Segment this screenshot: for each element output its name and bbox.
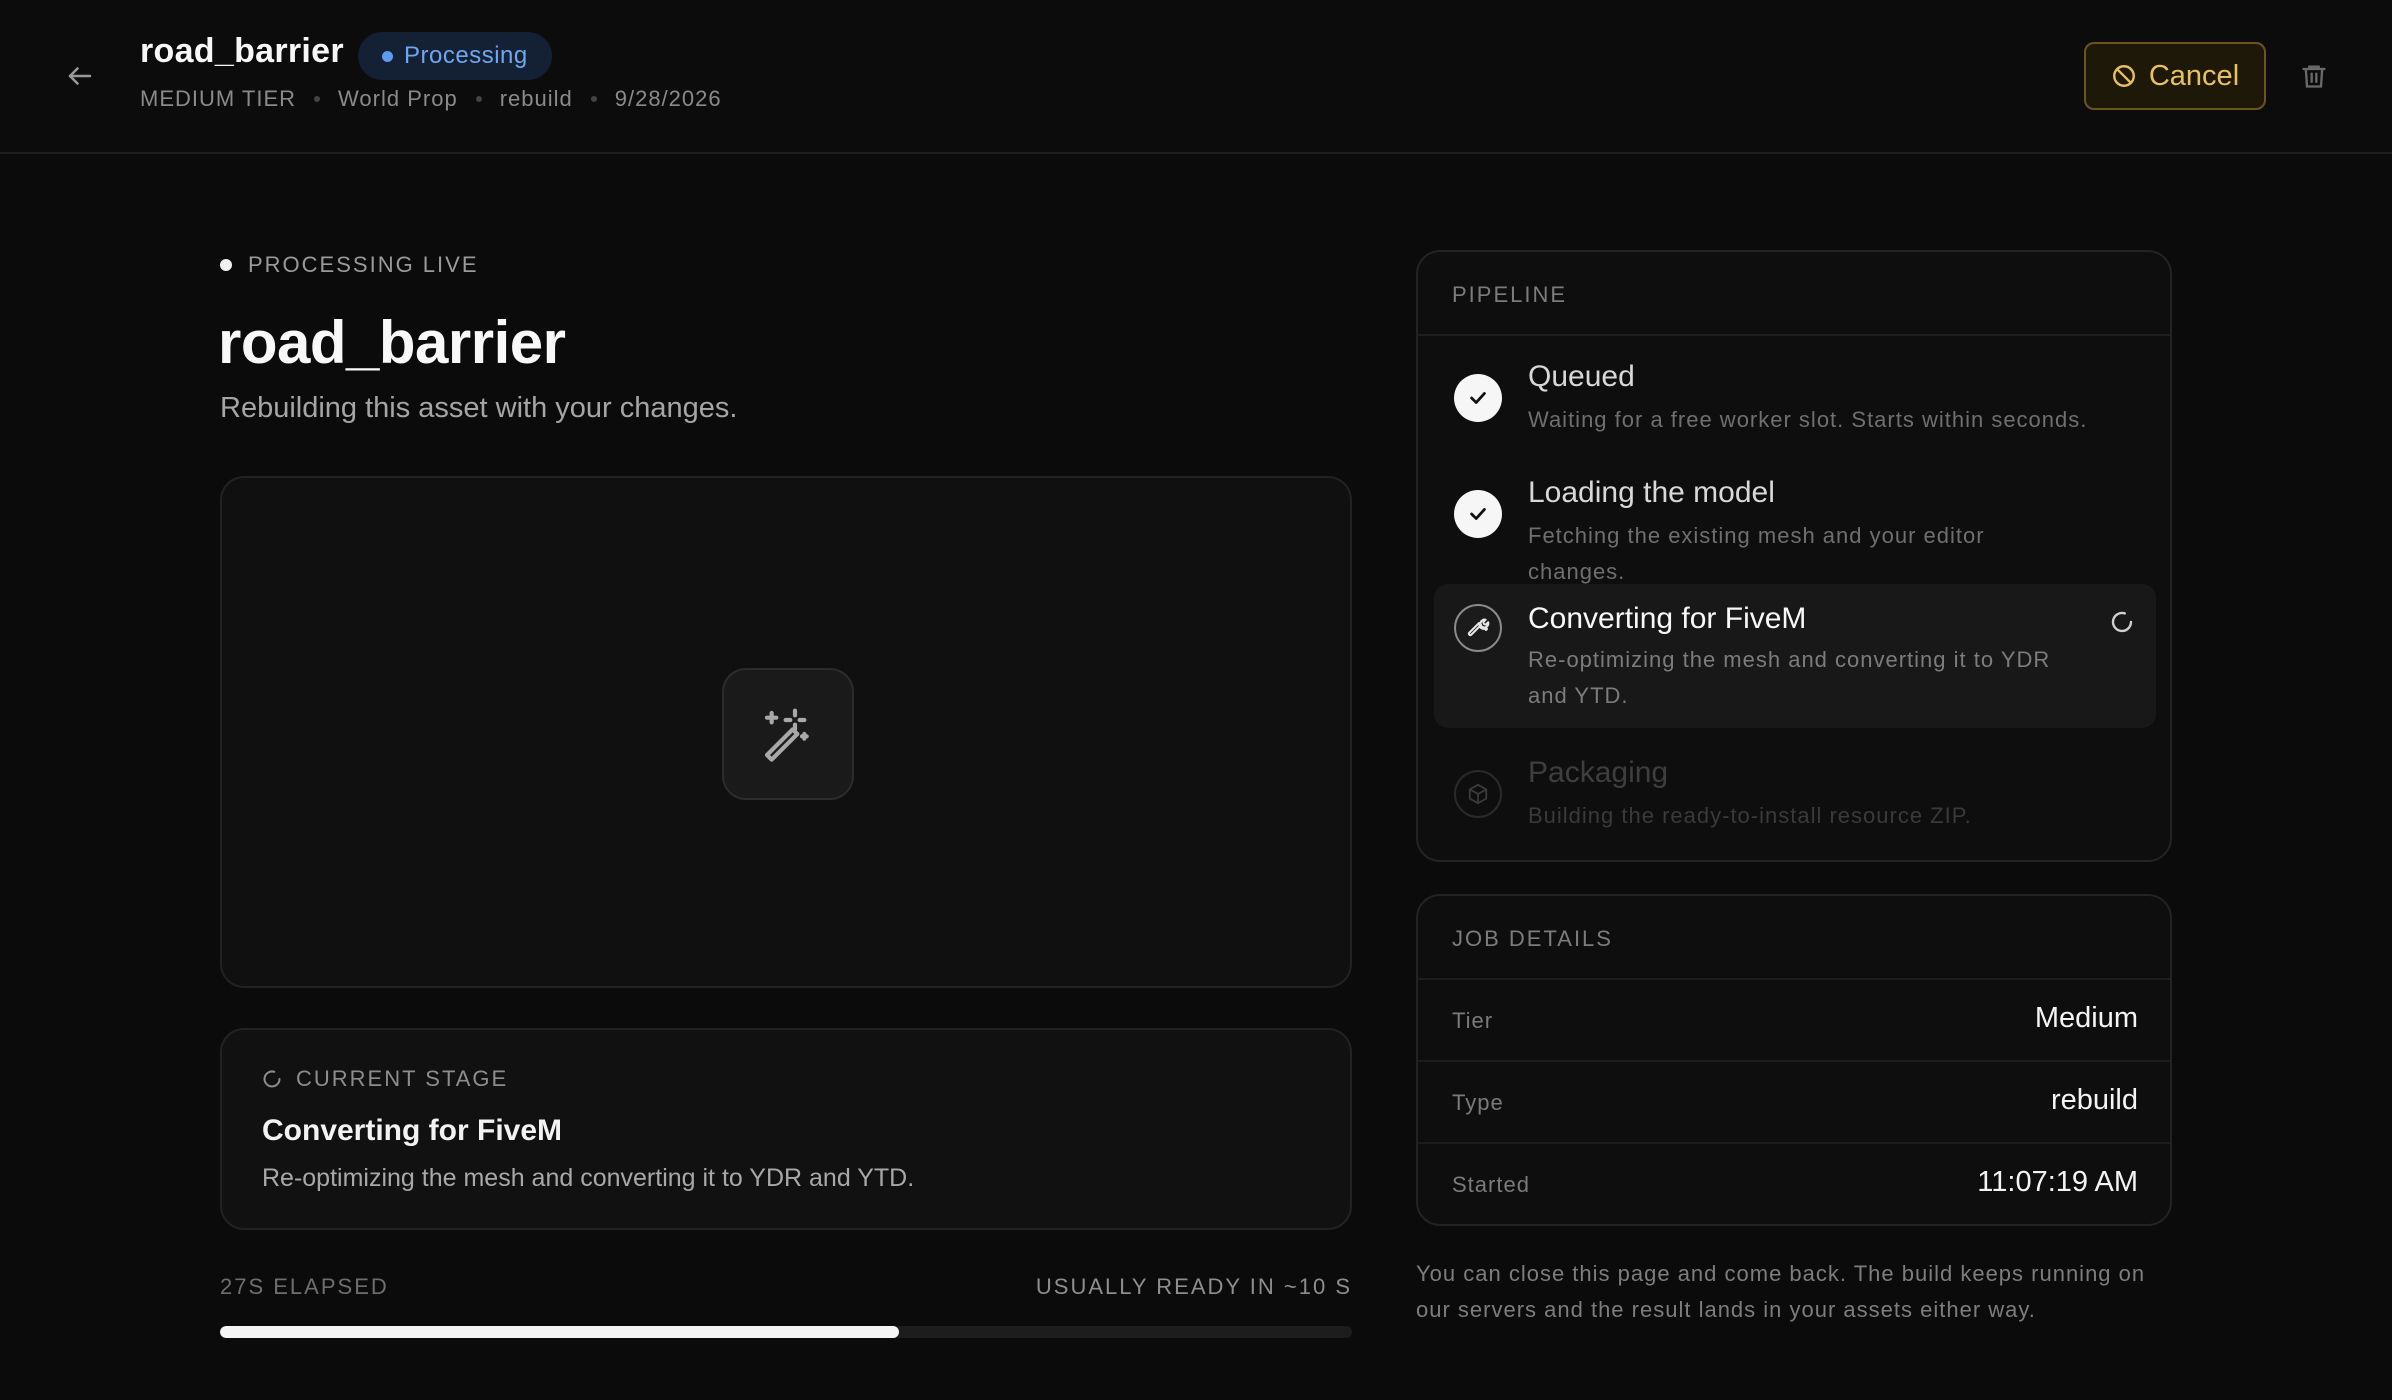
package-icon (1468, 783, 1488, 805)
info-note: You can close this page and come back. T… (1416, 1261, 2146, 1322)
live-dot (220, 259, 232, 271)
spinner-icon (2110, 610, 2134, 639)
pipeline-step-packaging: Packaging Building the ready-to-install … (1418, 734, 2170, 850)
meta-date: 9/28/2026 (614, 86, 722, 111)
current-stage-description: Re-optimizing the mesh and converting it… (262, 1164, 915, 1192)
delete-button[interactable] (2296, 56, 2332, 96)
step-title: Converting for FiveM (1528, 602, 1807, 635)
meta-separator (314, 96, 321, 102)
detail-key: Type (1452, 1090, 1504, 1115)
detail-value: Medium (2034, 1002, 2138, 1034)
step-description: Fetching the existing mesh and your edit… (1528, 523, 1985, 584)
page-header: road_barrier Processing MEDIUM TIER Worl… (0, 0, 2392, 154)
meta-category: World Prop (338, 86, 458, 111)
ban-icon (2112, 65, 2135, 87)
page-subtitle: Rebuilding this asset with your changes. (220, 392, 738, 424)
cancel-button[interactable]: Cancel (2084, 42, 2266, 110)
spinner-icon (263, 1070, 281, 1088)
cancel-label: Cancel (2148, 59, 2240, 92)
current-stage-header: CURRENT STAGE (262, 1066, 508, 1092)
current-stage-title: Converting for FiveM (262, 1114, 563, 1147)
step-description: Waiting for a free worker slot. Starts w… (1528, 407, 2088, 432)
meta-separator (475, 96, 482, 102)
live-label: PROCESSING LIVE (248, 252, 479, 277)
pipeline-heading: PIPELINE (1418, 252, 2170, 336)
detail-row-tier: Tier Medium (1418, 980, 2170, 1062)
live-indicator: PROCESSING LIVE (220, 252, 479, 278)
progress-fill (220, 1326, 900, 1338)
wrench-icon (1467, 618, 1490, 637)
magic-wand-icon (764, 708, 809, 762)
detail-row-started: Started 11:07:19 AM (1418, 1144, 2170, 1224)
arrow-left-icon (68, 67, 92, 85)
current-stage-card: CURRENT STAGE Converting for FiveM Re-op… (220, 1028, 1352, 1230)
header-meta: MEDIUM TIER World Prop rebuild 9/28/2026 (140, 86, 722, 112)
step-description: Re-optimizing the mesh and converting it… (1528, 647, 2051, 708)
step-description: Building the ready-to-install resource Z… (1528, 803, 1972, 828)
pipeline-panel: PIPELINE Queued Waiting for a free worke… (1416, 250, 2172, 862)
preview-placeholder (722, 668, 854, 800)
current-stage-label: CURRENT STAGE (296, 1066, 509, 1091)
step-done-indicator (1454, 490, 1502, 538)
check-icon (1470, 508, 1486, 520)
page-title: road_barrier (218, 309, 566, 376)
detail-value: rebuild (2050, 1084, 2138, 1116)
step-title: Loading the model (1528, 476, 1775, 509)
step-done-indicator (1454, 374, 1502, 422)
trash-icon (2302, 65, 2326, 88)
meta-separator (590, 96, 597, 102)
step-title: Packaging (1528, 756, 1669, 789)
header-title: road_barrier (140, 32, 344, 70)
step-title: Queued (1528, 360, 1635, 393)
progress-bar (220, 1326, 1352, 1338)
pipeline-step-loading: Loading the model Fetching the existing … (1418, 454, 2170, 584)
detail-row-type: Type rebuild (1418, 1062, 2170, 1144)
detail-key: Started (1452, 1172, 1530, 1197)
elapsed-time: 27S ELAPSED (220, 1274, 389, 1299)
check-icon (1470, 392, 1486, 404)
eta-hint: USUALLY READY IN ~10 S (1035, 1274, 1352, 1299)
job-details-heading: JOB DETAILS (1418, 896, 2170, 980)
pipeline-step-queued: Queued Waiting for a free worker slot. S… (1418, 338, 2170, 454)
detail-key: Tier (1452, 1008, 1494, 1033)
job-details-panel: JOB DETAILS Tier Medium Type rebuild Sta… (1416, 894, 2172, 1226)
detail-value: 11:07:19 AM (1977, 1166, 2138, 1198)
pipeline-step-converting: Converting for FiveM Re-optimizing the m… (1434, 584, 2156, 728)
step-active-indicator (1454, 604, 1502, 652)
asset-preview (220, 476, 1352, 988)
meta-type: rebuild (499, 86, 573, 111)
meta-tier: MEDIUM TIER (140, 86, 297, 111)
back-button[interactable] (56, 52, 104, 100)
status-badge: Processing (358, 32, 552, 80)
step-pending-indicator (1454, 770, 1502, 818)
